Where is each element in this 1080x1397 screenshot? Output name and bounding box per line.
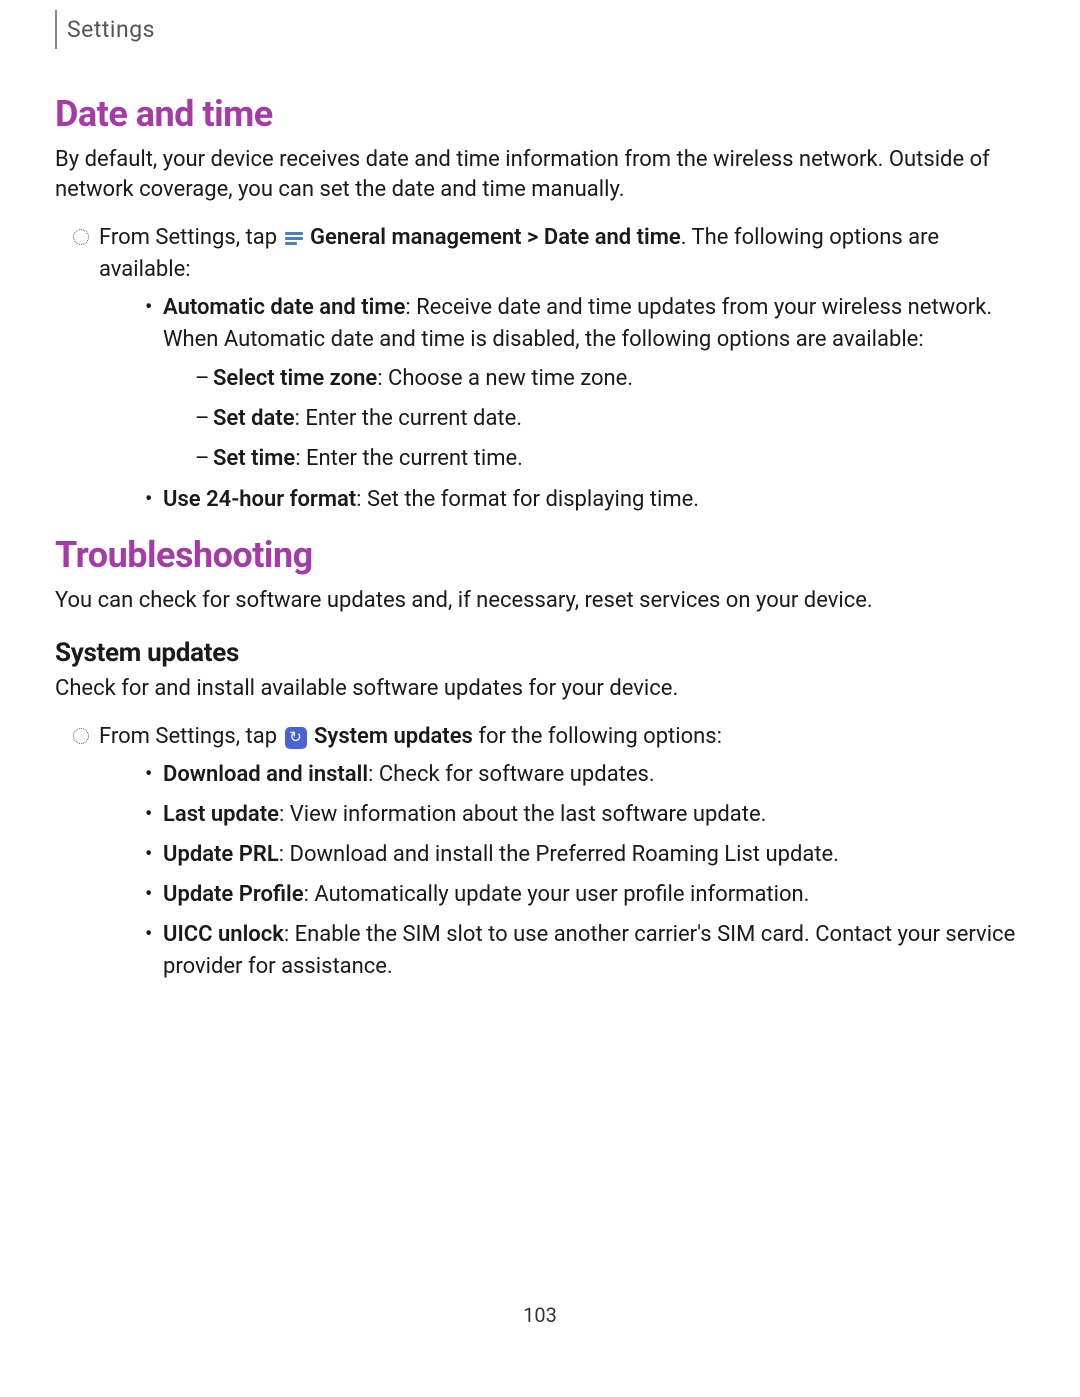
list-item: Set date: Enter the current date. <box>195 402 1025 436</box>
step-bold-su: System updates <box>314 724 473 749</box>
item-label: Select time zone <box>213 366 377 391</box>
item-text: : Check for software updates. <box>368 762 655 787</box>
system-updates-icon: ↻ <box>285 727 307 749</box>
list-item: Use 24-hour format: Set the format for d… <box>145 484 1025 516</box>
list-item: Last update: View information about the … <box>145 799 1025 831</box>
item-label: Set date <box>213 406 295 431</box>
step-text: From Settings, tap ↻ System updates for … <box>99 721 1025 753</box>
item-text: : Download and install the Preferred Roa… <box>279 842 839 867</box>
step-bold-dt: Date and time <box>544 225 681 250</box>
list-item: Update Profile: Automatically update you… <box>145 879 1025 911</box>
item-label: Last update <box>163 802 279 827</box>
heading-troubleshooting: Troubleshooting <box>55 534 1025 576</box>
heading-date-and-time: Date and time <box>55 93 1025 135</box>
step-prefix: From Settings, tap <box>99 724 283 749</box>
item-label: Update Profile <box>163 882 304 907</box>
breadcrumb: Settings <box>55 10 169 49</box>
intro-system-updates: Check for and install available software… <box>55 674 1025 704</box>
list-item: Download and install: Check for software… <box>145 759 1025 791</box>
list-item: Select time zone: Choose a new time zone… <box>195 362 1025 396</box>
item-text: : Enable the SIM slot to use another car… <box>163 922 1015 979</box>
step-system-updates: From Settings, tap ↻ System updates for … <box>55 721 1025 753</box>
list-item: Automatic date and time: Receive date an… <box>145 292 1025 476</box>
item-text: : Automatically update your user profile… <box>304 882 810 907</box>
step-suffix: for the following options: <box>473 724 722 749</box>
step-prefix: From Settings, tap <box>99 225 283 250</box>
step-date-and-time: From Settings, tap General management > … <box>55 222 1025 286</box>
document-page: Settings Date and time By default, your … <box>0 0 1080 1367</box>
item-text: : Enter the current date. <box>295 406 523 431</box>
intro-troubleshooting: You can check for software updates and, … <box>55 586 1025 616</box>
item-text: : Choose a new time zone. <box>377 366 633 391</box>
item-text: : Enter the current time. <box>295 446 523 471</box>
item-label: Set time <box>213 446 295 471</box>
list-item: UICC unlock: Enable the SIM slot to use … <box>145 919 1025 983</box>
item-text: : Set the format for displaying time. <box>356 487 699 512</box>
sub-dashes: Select time zone: Choose a new time zone… <box>163 362 1025 476</box>
general-management-icon <box>285 230 303 247</box>
item-label: Update PRL <box>163 842 279 867</box>
list-item: Set time: Enter the current time. <box>195 442 1025 476</box>
list-item: Update PRL: Download and install the Pre… <box>145 839 1025 871</box>
item-label: Automatic date and time <box>163 295 405 320</box>
step-bullet-icon <box>73 728 89 744</box>
subheading-system-updates: System updates <box>55 638 1025 668</box>
step-text: From Settings, tap General management > … <box>99 222 1025 286</box>
intro-date-and-time: By default, your device receives date an… <box>55 145 1025 204</box>
item-label: Use 24-hour format <box>163 487 356 512</box>
bullets-system-updates: Download and install: Check for software… <box>55 759 1025 982</box>
step-sep: > <box>522 225 544 250</box>
item-label: Download and install <box>163 762 368 787</box>
page-number: 103 <box>55 1303 1025 1327</box>
item-label: UICC unlock <box>163 922 284 947</box>
bullets-date-and-time: Automatic date and time: Receive date an… <box>55 292 1025 516</box>
step-bullet-icon <box>73 229 89 245</box>
item-text: : View information about the last softwa… <box>279 802 766 827</box>
step-bold-gm: General management <box>310 225 522 250</box>
